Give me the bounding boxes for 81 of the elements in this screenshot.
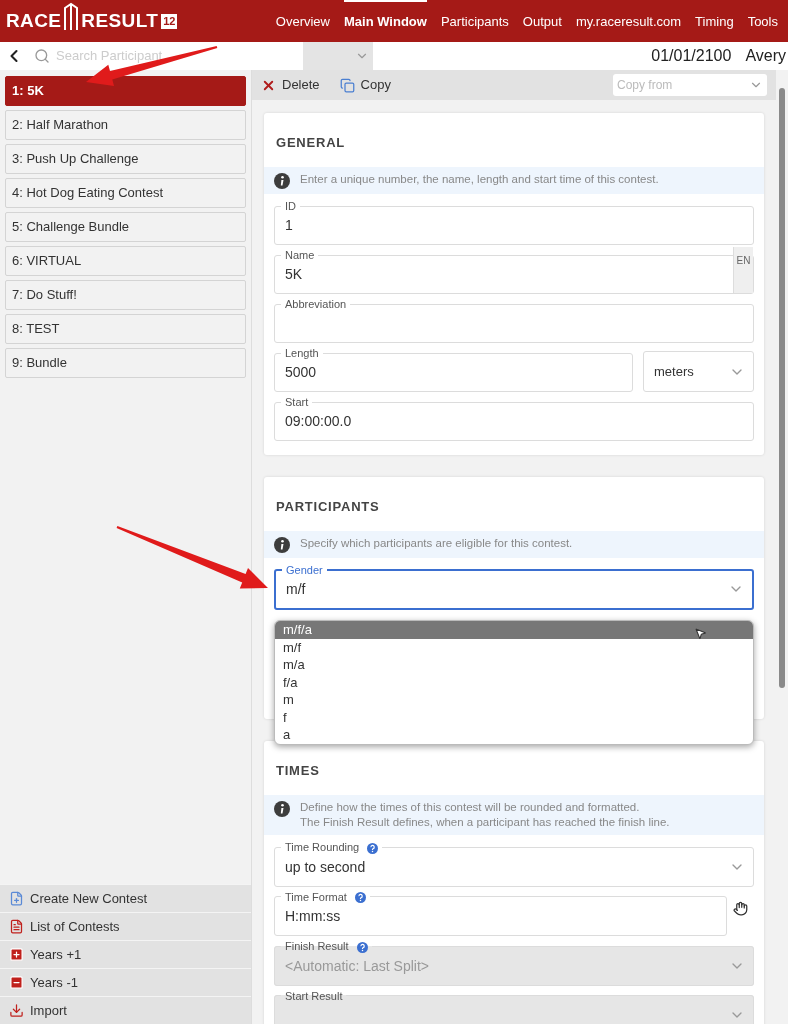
contest-item[interactable]: 2: Half Marathon bbox=[5, 110, 246, 140]
info-icon bbox=[274, 537, 290, 553]
contest-item[interactable]: 7: Do Stuff! bbox=[5, 280, 246, 310]
info-text: Specify which participants are eligible for this contest. bbox=[300, 536, 573, 551]
dropdown-option[interactable]: a bbox=[275, 726, 753, 744]
import-icon bbox=[9, 1003, 24, 1018]
input-field[interactable]: Name 5K EN bbox=[274, 249, 754, 294]
section-title: TIMES bbox=[276, 763, 320, 778]
contest-item[interactable]: 5: Challenge Bundle bbox=[5, 212, 246, 242]
plus-square-icon bbox=[9, 947, 24, 962]
contest-item[interactable]: 4: Hot Dog Eating Contest bbox=[5, 178, 246, 208]
search-icon bbox=[34, 48, 50, 64]
logo[interactable]: RACE RESULT 12 bbox=[6, 6, 178, 36]
info-text: Enter a unique number, the name, length and start time of this contest. bbox=[300, 172, 659, 187]
minus-square-icon bbox=[9, 975, 24, 990]
field-label: Abbreviation bbox=[285, 298, 347, 310]
nav-tab[interactable]: Participants bbox=[440, 0, 509, 42]
nav-tab[interactable]: Tools bbox=[747, 0, 778, 42]
field-label: Length bbox=[285, 347, 319, 359]
dropdown-option[interactable]: f bbox=[275, 708, 753, 726]
dropdown-option[interactable]: m/a bbox=[275, 656, 753, 674]
field-label: Finish Result bbox=[285, 940, 349, 953]
sidebar-action[interactable]: Years +1 bbox=[0, 940, 251, 968]
field-label: Gender bbox=[286, 564, 323, 576]
hand-cursor-icon bbox=[733, 900, 748, 916]
logo-emblem-icon bbox=[63, 2, 80, 32]
mouse-cursor-icon bbox=[694, 627, 707, 640]
contest-item[interactable]: 8: TEST bbox=[5, 314, 246, 344]
input-field[interactable]: ID 1 bbox=[274, 200, 754, 245]
nav-tab[interactable]: Output bbox=[522, 0, 562, 42]
dropdown-option[interactable]: m bbox=[275, 691, 753, 709]
field-value: m/f bbox=[286, 580, 307, 599]
field-label: Time Format bbox=[285, 890, 347, 903]
dropdown-option[interactable]: m/f bbox=[275, 638, 753, 656]
input-field[interactable]: Time Format H:mm:ss bbox=[274, 890, 727, 937]
help-icon[interactable] bbox=[354, 892, 366, 904]
field-value: 1 bbox=[285, 216, 294, 235]
field-label: Start Result bbox=[285, 989, 343, 1002]
field-label: Start bbox=[285, 396, 309, 408]
unit-select[interactable]: meters bbox=[643, 351, 754, 392]
user-name: Avery bbox=[745, 46, 786, 66]
toolbar-button[interactable]: Copy bbox=[339, 75, 391, 95]
field-value: <Automatic: Last Split> bbox=[285, 956, 430, 976]
dropdown-option[interactable]: f/a bbox=[275, 673, 753, 691]
pdf-file-icon bbox=[9, 919, 24, 934]
contest-item[interactable]: 6: VIRTUAL bbox=[5, 246, 246, 276]
input-field[interactable]: Length 5000 bbox=[274, 347, 633, 392]
section-title: PARTICIPANTS bbox=[276, 499, 380, 514]
input-field[interactable]: Start 09:00:00.0 bbox=[274, 396, 754, 441]
nav-tab[interactable]: my.raceresult.com bbox=[575, 0, 682, 42]
contest-item[interactable]: 1: 5K bbox=[5, 76, 246, 106]
sidebar-action[interactable]: Years -1 bbox=[0, 968, 251, 996]
field-label: ID bbox=[285, 200, 296, 212]
copy-icon bbox=[339, 77, 355, 93]
sidebar-action[interactable]: List of Contests bbox=[0, 912, 251, 940]
info-text: Define how the times of this contest will be rounded and formatted. bbox=[300, 800, 641, 815]
toolbar-button[interactable]: Delete bbox=[261, 75, 320, 95]
contest-item[interactable]: 9: Bundle bbox=[5, 348, 246, 378]
sidebar-action[interactable]: Import bbox=[0, 996, 251, 1024]
info-text: The Finish Result defines, when a participant has reached the finish line. bbox=[300, 815, 670, 830]
info-icon bbox=[274, 801, 290, 817]
nav-tab[interactable]: Overview bbox=[275, 0, 330, 42]
field-value: up to second bbox=[285, 857, 367, 877]
field-value: 5000 bbox=[285, 363, 318, 382]
field-value: H:mm:ss bbox=[285, 907, 342, 927]
help-icon[interactable] bbox=[367, 842, 379, 854]
dropdown-option[interactable]: m/f/a bbox=[275, 621, 753, 639]
input-field[interactable]: Abbreviation bbox=[274, 298, 754, 343]
field-label: Time Rounding bbox=[285, 841, 360, 853]
section-title: GENERAL bbox=[276, 135, 346, 150]
field-value: 09:00:00.0 bbox=[285, 412, 353, 431]
date-text: 01/01/2100 bbox=[651, 46, 732, 66]
field-value: 5K bbox=[285, 265, 304, 284]
select-field[interactable]: Time Rounding up to second bbox=[274, 841, 754, 887]
nav-tab[interactable]: Timing bbox=[695, 0, 734, 42]
sidebar-action[interactable]: Create New Contest bbox=[0, 884, 251, 912]
language-badge[interactable]: EN bbox=[733, 247, 753, 293]
field-label: Name bbox=[285, 249, 315, 261]
contest-item[interactable]: 3: Push Up Challenge bbox=[5, 144, 246, 174]
new-file-icon bbox=[9, 891, 24, 906]
info-icon bbox=[274, 173, 290, 189]
